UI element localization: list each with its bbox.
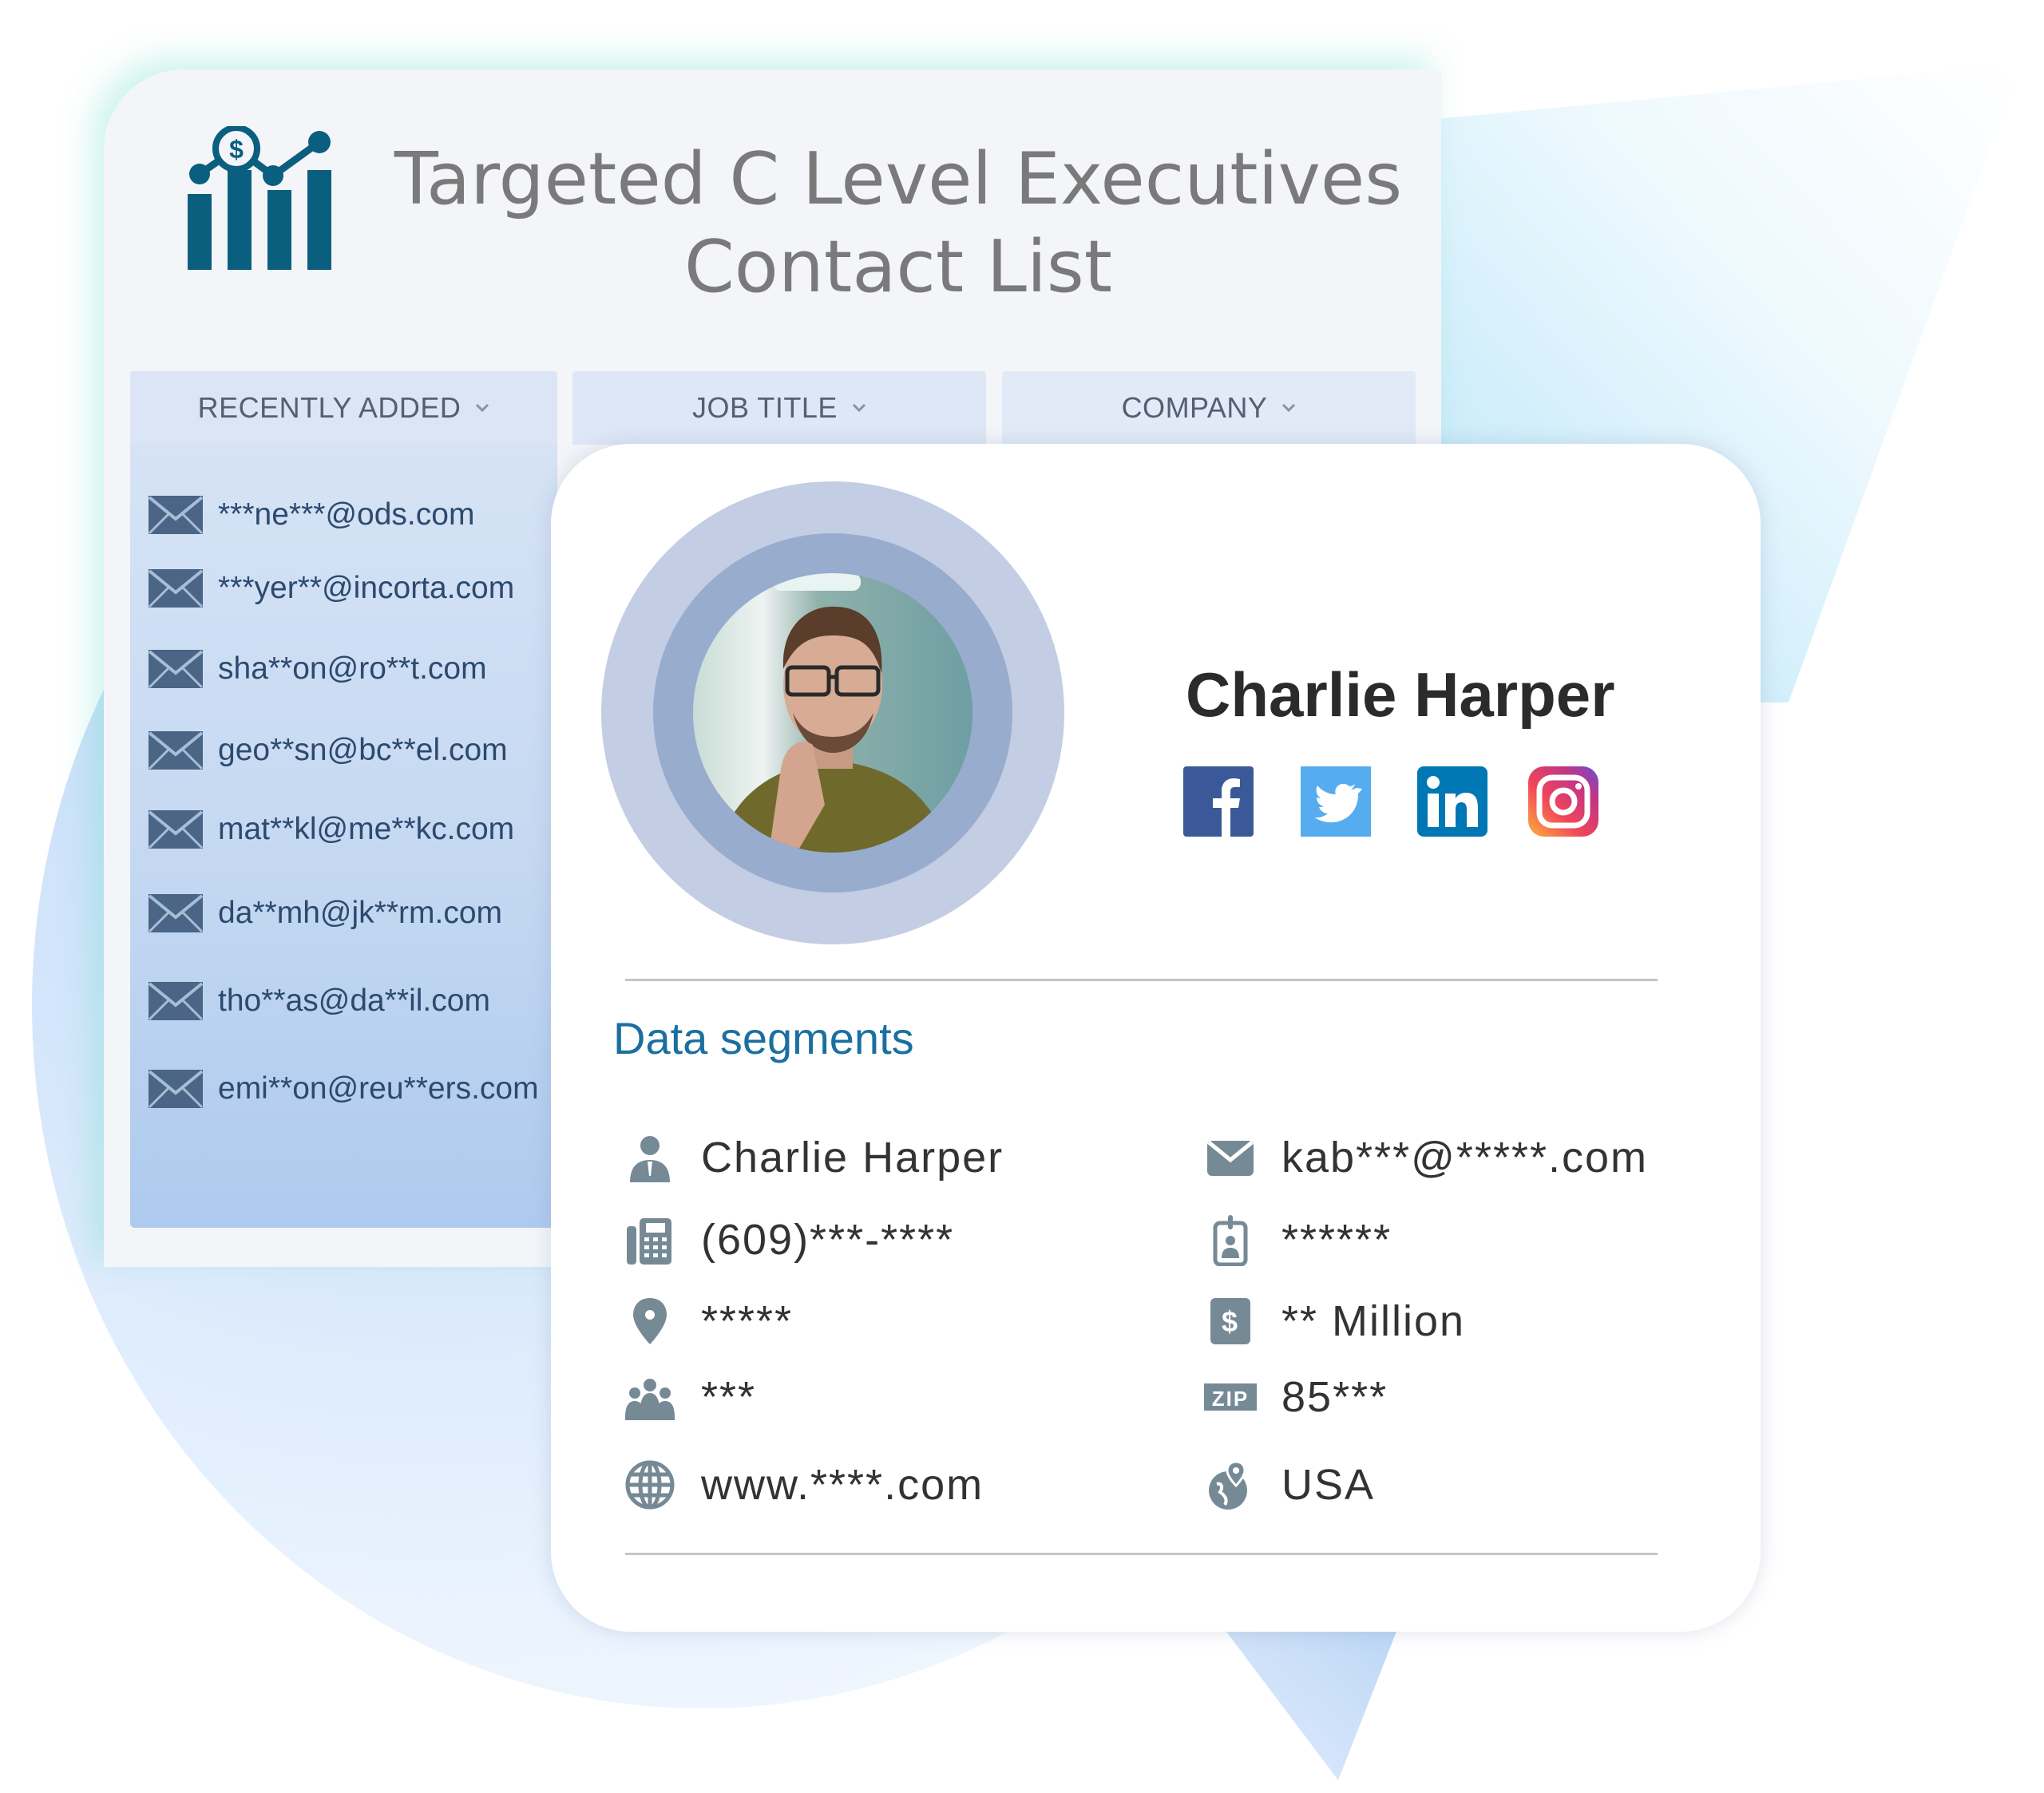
location-pin-icon (621, 1292, 679, 1350)
email-list-item[interactable]: ***ne***@ods.com (148, 491, 474, 539)
data-segment-value: Charlie Harper (701, 1134, 1004, 1181)
divider-bottom (625, 1553, 1658, 1555)
data-segment-row: ****** (1202, 1208, 1392, 1272)
chevron-down-icon (476, 403, 489, 413)
data-segment-value: (609)***-**** (701, 1216, 955, 1264)
dollar-icon: $ (1202, 1292, 1259, 1350)
globe-icon (621, 1456, 679, 1514)
data-segment-row: www.****.com (621, 1453, 984, 1517)
person-icon (621, 1129, 679, 1186)
tab-label: COMPANY (1121, 391, 1268, 424)
envelope-icon (148, 810, 204, 849)
data-segment-row: USA (1202, 1453, 1375, 1517)
email-list-item[interactable]: mat**kl@me**kc.com (148, 805, 514, 853)
envelope-icon (148, 894, 204, 933)
data-segment-value: USA (1281, 1461, 1376, 1509)
id-badge-icon (1202, 1211, 1259, 1269)
email-list-item[interactable]: emi**on@reu**ers.com (148, 1065, 539, 1113)
envelope-icon (148, 731, 204, 770)
email-list-item[interactable]: geo**sn@bc**el.com (148, 726, 508, 774)
svg-text:$: $ (229, 135, 244, 164)
data-segment-value: www.****.com (701, 1461, 984, 1509)
data-segment-value: ****** (1281, 1216, 1392, 1264)
envelope-icon (148, 569, 204, 608)
page-title-line1: Targeted C Level Executives (394, 137, 1403, 221)
globe-pin-icon (1202, 1456, 1259, 1514)
data-segment-row: ZIP 85*** (1202, 1365, 1388, 1429)
email-list-item[interactable]: sha**on@ro**t.com (148, 645, 487, 693)
email-list-item[interactable]: ***yer**@incorta.com (148, 564, 514, 612)
phone-icon (621, 1211, 679, 1269)
email-address: geo**sn@bc**el.com (218, 733, 508, 767)
email-icon (1202, 1129, 1259, 1186)
twitter-icon[interactable] (1301, 766, 1371, 837)
envelope-icon (148, 650, 204, 689)
svg-text:ZIP: ZIP (1212, 1387, 1249, 1411)
data-segment-value: ** Million (1281, 1297, 1466, 1345)
background-triangle-bottom (1222, 1625, 1399, 1780)
chevron-down-icon (1282, 403, 1296, 413)
data-segment-row: ***** (621, 1289, 793, 1353)
avatar (693, 573, 972, 853)
email-address: mat**kl@me**kc.com (218, 812, 515, 846)
tab-recently-added[interactable]: RECENTLY ADDED (130, 371, 557, 445)
data-segment-value: 85*** (1281, 1373, 1388, 1421)
email-address: sha**on@ro**t.com (218, 651, 487, 686)
data-segments-title: Data segments (613, 1013, 914, 1063)
linkedin-icon[interactable] (1417, 766, 1487, 837)
contact-name: Charlie Harper (1186, 659, 1615, 730)
email-list-item[interactable]: tho**as@da**il.com (148, 977, 490, 1025)
avatar-photo (693, 573, 972, 853)
email-address: da**mh@jk**rm.com (218, 896, 503, 930)
tab-company[interactable]: COMPANY (1002, 371, 1416, 445)
email-address: ***yer**@incorta.com (218, 571, 515, 605)
tab-label: RECENTLY ADDED (197, 391, 461, 424)
email-address: ***ne***@ods.com (218, 497, 475, 532)
data-segment-value: ***** (701, 1297, 794, 1345)
envelope-icon (148, 982, 204, 1021)
data-segment-row: Charlie Harper (621, 1126, 1004, 1189)
data-segment-value: *** (701, 1373, 757, 1421)
instagram-icon[interactable] (1528, 766, 1598, 837)
chevron-down-icon (852, 403, 866, 413)
envelope-icon (148, 496, 204, 535)
divider-top (625, 979, 1658, 981)
tab-label: JOB TITLE (692, 391, 838, 424)
page-title: Targeted C Level Executives Contact List (383, 136, 1413, 311)
chart-dollar-icon: $ (188, 126, 331, 270)
facebook-icon[interactable] (1183, 766, 1254, 837)
email-address: tho**as@da**il.com (218, 984, 490, 1018)
team-icon (621, 1368, 679, 1426)
email-address: emi**on@reu**ers.com (218, 1071, 539, 1106)
tab-job-title[interactable]: JOB TITLE (572, 371, 986, 445)
svg-text:$: $ (1222, 1305, 1239, 1338)
data-segment-row: *** (621, 1365, 756, 1429)
data-segment-row: $ ** Million (1202, 1289, 1465, 1353)
data-segment-row: (609)***-**** (621, 1208, 954, 1272)
data-segment-row: kab***@*****.com (1202, 1126, 1648, 1189)
zip-icon: ZIP (1202, 1368, 1259, 1426)
email-list-item[interactable]: da**mh@jk**rm.com (148, 889, 502, 937)
page-title-line2: Contact List (683, 225, 1113, 309)
envelope-icon (148, 1070, 204, 1109)
data-segment-value: kab***@*****.com (1281, 1134, 1649, 1181)
